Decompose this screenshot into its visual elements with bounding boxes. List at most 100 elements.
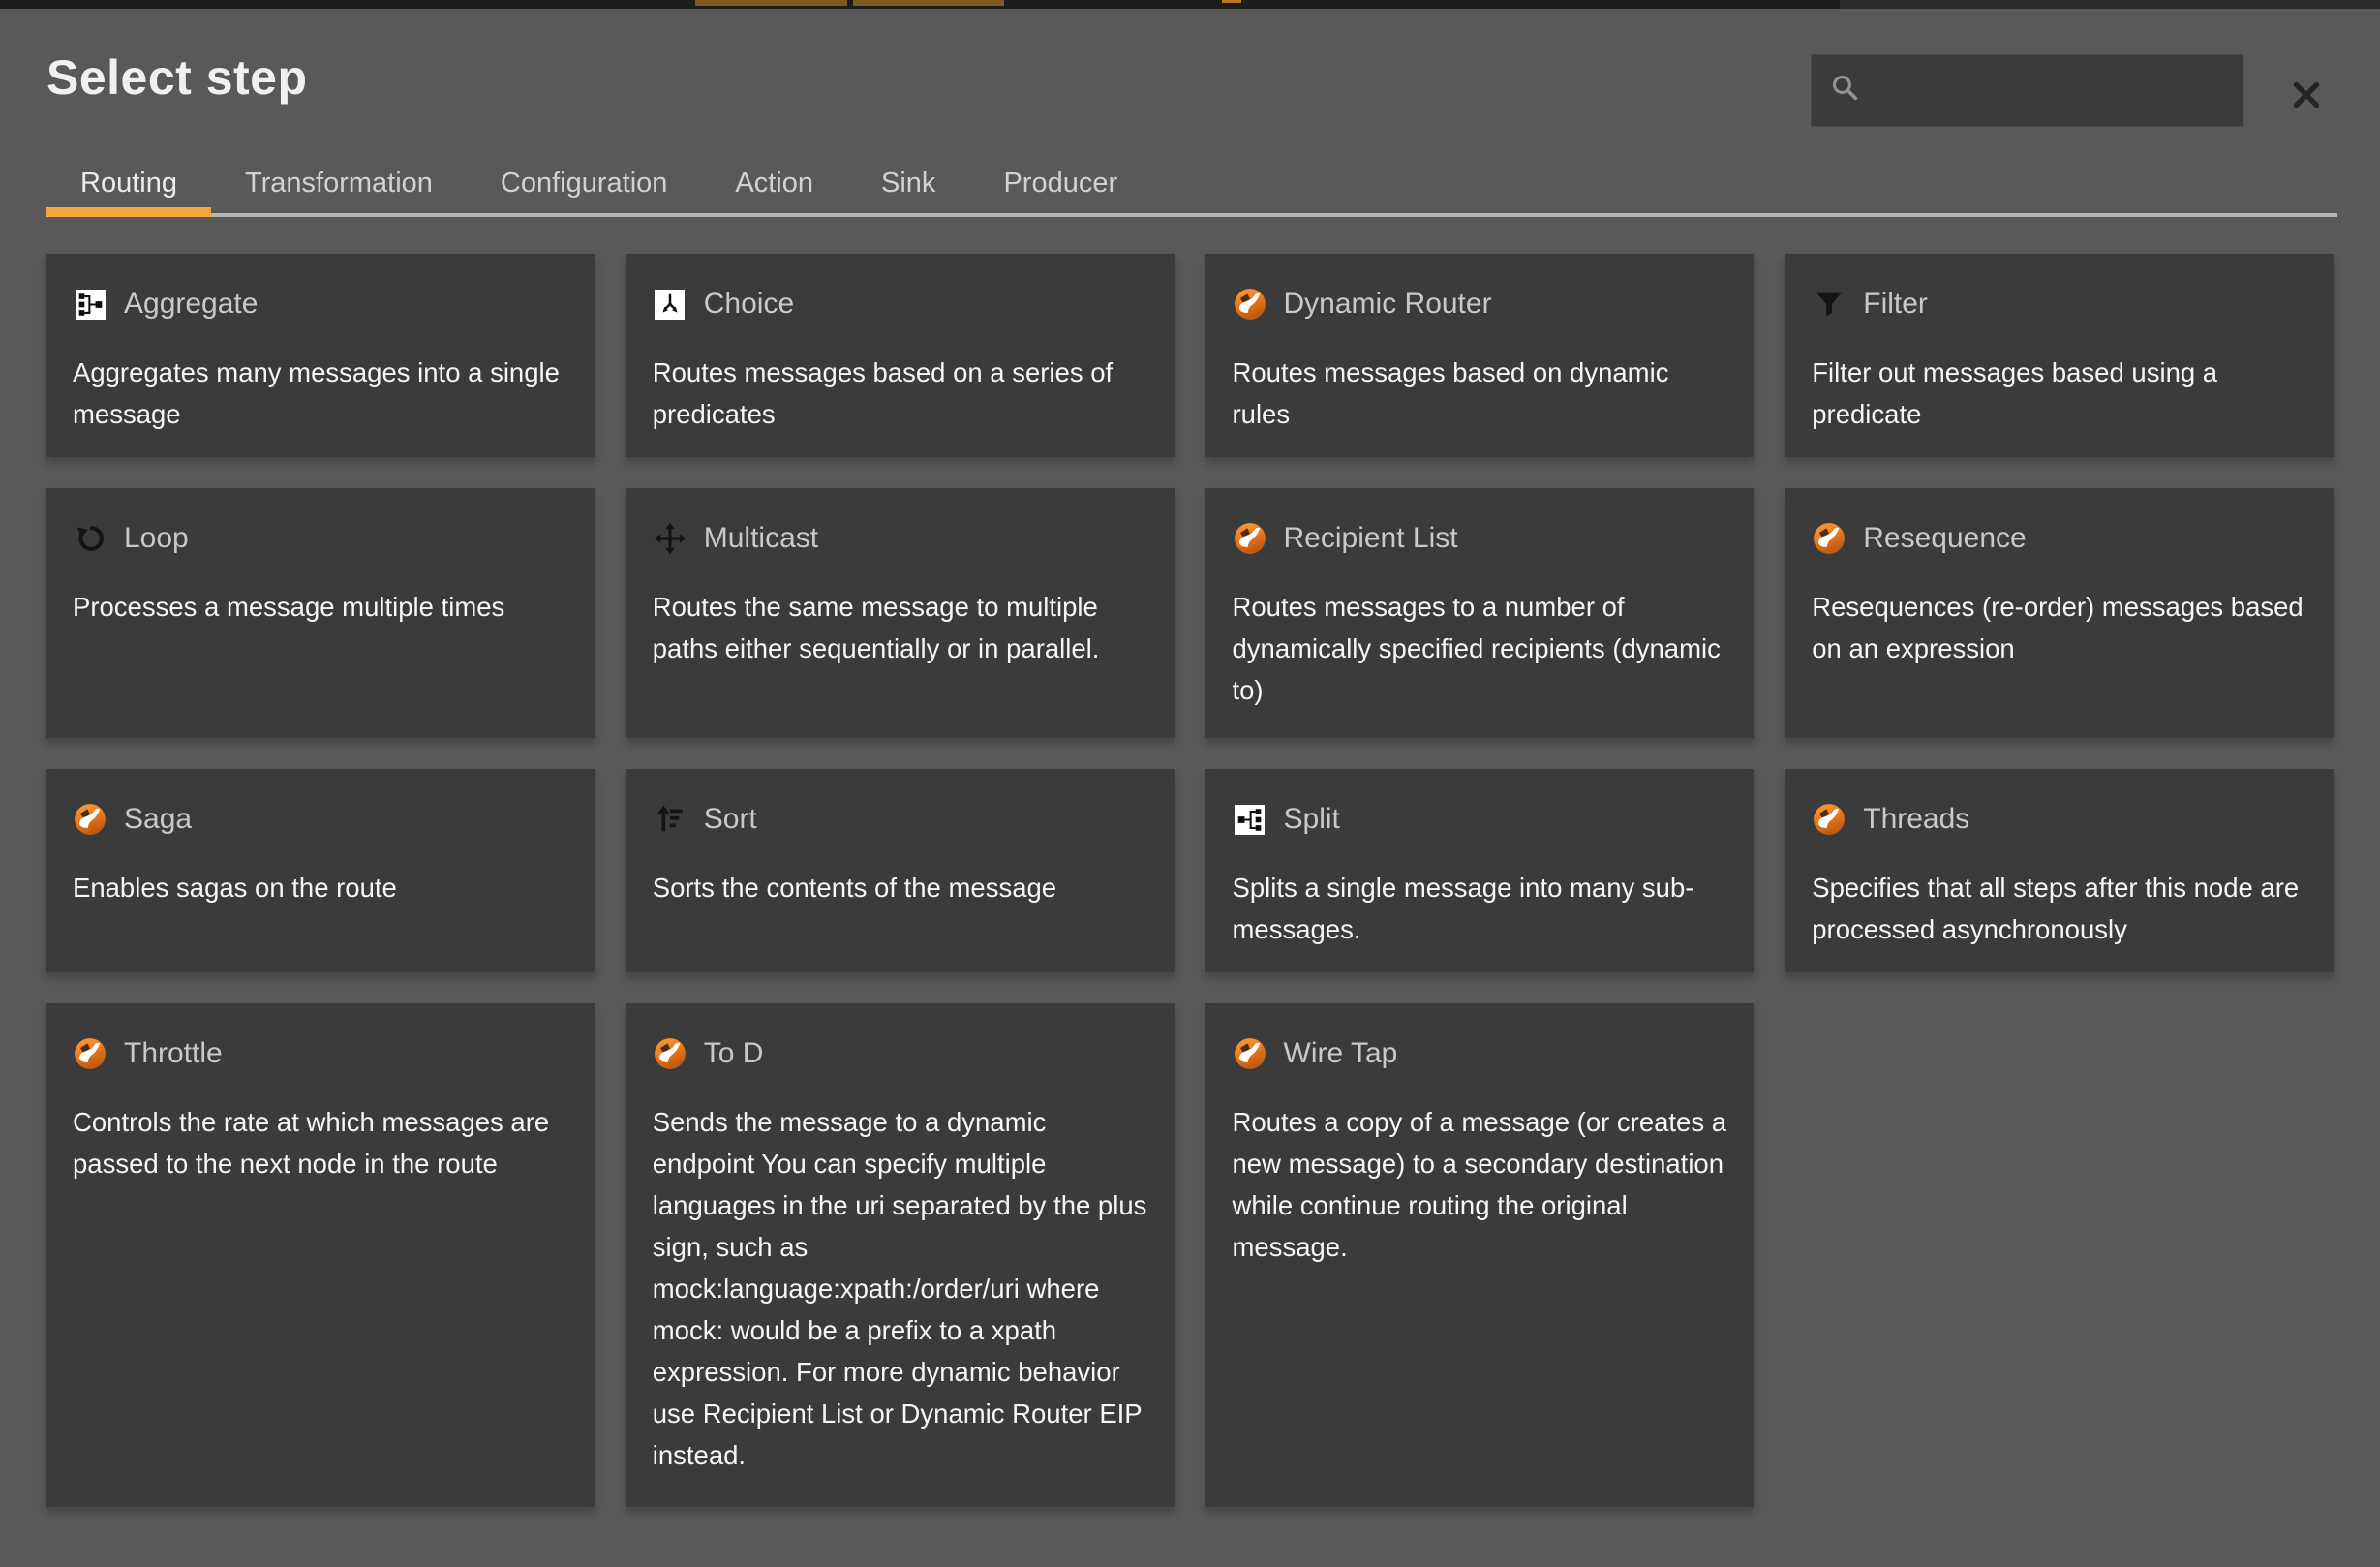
card-description: Sends the message to a dynamic endpoint …	[653, 1101, 1148, 1476]
card-title: Multicast	[704, 522, 818, 555]
camel-logo-icon	[1812, 521, 1846, 556]
aggregate-icon	[73, 287, 107, 322]
card-title: Recipient List	[1284, 522, 1458, 555]
card-header: Dynamic Router	[1233, 287, 1728, 322]
card-header: Recipient List	[1233, 521, 1728, 556]
card-title: To D	[704, 1037, 764, 1070]
card-aggregate[interactable]: Aggregate Aggregates many messages into a…	[46, 254, 595, 457]
card-header: Choice	[653, 287, 1148, 322]
close-icon	[2289, 77, 2324, 115]
close-button[interactable]	[2281, 71, 2332, 121]
backdrop-app-strip	[0, 0, 2380, 9]
card-title: Saga	[124, 803, 192, 836]
card-header: Saga	[73, 802, 568, 837]
card-description: Splits a single message into many sub-me…	[1233, 867, 1728, 950]
tab-label: Action	[735, 168, 813, 200]
backdrop-accent-tick	[1222, 0, 1241, 3]
card-recipient-list[interactable]: Recipient List Routes messages to a numbe…	[1205, 488, 1755, 738]
card-description: Sorts the contents of the message	[653, 867, 1148, 908]
card-description: Enables sagas on the route	[73, 867, 568, 908]
search-icon	[1829, 72, 1862, 109]
card-header: Aggregate	[73, 287, 568, 322]
card-header: Multicast	[653, 521, 1148, 556]
card-filter[interactable]: Filter Filter out messages based using a …	[1785, 254, 2334, 457]
multicast-icon	[653, 521, 687, 556]
card-to-d[interactable]: To D Sends the message to a dynamic endpo…	[626, 1003, 1175, 1507]
card-sort[interactable]: Sort Sorts the contents of the message	[626, 769, 1175, 972]
tab-label: Transformation	[245, 168, 433, 200]
card-title: Loop	[124, 522, 189, 555]
card-title: Split	[1284, 803, 1340, 836]
card-header: Wire Tap	[1233, 1036, 1728, 1071]
card-description: Controls the rate at which messages are …	[73, 1101, 568, 1184]
step-card-grid: Aggregate Aggregates many messages into a…	[46, 254, 2334, 1507]
card-title: Aggregate	[124, 288, 258, 321]
card-title: Wire Tap	[1284, 1037, 1398, 1070]
card-description: Routes messages based on a series of pre…	[653, 352, 1148, 435]
card-header: Threads	[1812, 802, 2307, 837]
backdrop-step-node	[695, 0, 847, 6]
card-choice[interactable]: Choice Routes messages based on a series …	[626, 254, 1175, 457]
tab-label: Sink	[881, 168, 935, 200]
card-header: Loop	[73, 521, 568, 556]
tab-label: Routing	[80, 168, 177, 200]
card-title: Sort	[704, 803, 757, 836]
card-description: Routes a copy of a message (or creates a…	[1233, 1101, 1728, 1268]
choice-icon	[653, 287, 687, 322]
tab-label: Producer	[1003, 168, 1117, 200]
card-header: Sort	[653, 802, 1148, 837]
search-input[interactable]	[1876, 76, 2225, 107]
card-description: Routes messages based on dynamic rules	[1233, 352, 1728, 435]
loop-icon	[73, 521, 107, 556]
sort-icon	[653, 802, 687, 837]
card-header: Resequence	[1812, 521, 2307, 556]
card-resequence[interactable]: Resequence Resequences (re-order) message…	[1785, 488, 2334, 738]
camel-logo-icon	[1233, 1036, 1267, 1071]
icon-tile	[655, 290, 685, 320]
card-description: Processes a message multiple times	[73, 586, 568, 628]
card-multicast[interactable]: MulticastRoutes the same message to mult…	[626, 488, 1175, 738]
card-saga[interactable]: Saga Enables sagas on the route	[46, 769, 595, 972]
card-description: Filter out messages based using a predic…	[1812, 352, 2307, 435]
backdrop-step-node	[853, 0, 1004, 6]
card-title: Threads	[1863, 803, 1969, 836]
camel-logo-icon	[73, 802, 107, 837]
camel-logo-icon	[1233, 287, 1267, 322]
icon-tile	[76, 290, 106, 320]
card-title: Filter	[1863, 288, 1928, 321]
card-description: Specifies that all steps after this node…	[1812, 867, 2307, 950]
tab-bar: Routing Transformation Configuration Action…	[46, 154, 2337, 217]
tab-sink[interactable]: Sink	[847, 154, 969, 213]
card-title: Choice	[704, 288, 794, 321]
card-description: Resequences (re-order) messages based on…	[1812, 586, 2307, 669]
card-title: Throttle	[124, 1037, 223, 1070]
backdrop-panel	[1840, 0, 2380, 9]
card-header: Filter	[1812, 287, 2307, 322]
card-split[interactable]: Split Splits a single message into many s…	[1205, 769, 1755, 972]
camel-logo-icon	[1233, 521, 1267, 556]
split-icon	[1233, 802, 1267, 837]
tab-routing[interactable]: Routing	[46, 154, 211, 213]
tab-configuration[interactable]: Configuration	[467, 154, 702, 213]
screen: Select step Routing Transformation Configu…	[0, 0, 2380, 1567]
card-header: Split	[1233, 802, 1728, 837]
camel-logo-icon	[1812, 802, 1846, 837]
card-header: Throttle	[73, 1036, 568, 1071]
search-box[interactable]	[1811, 54, 2243, 127]
card-description: Aggregates many messages into a single m…	[73, 352, 568, 435]
card-description: Routes messages to a number of dynamical…	[1233, 586, 1728, 711]
select-step-modal: Select step Routing Transformation Configu…	[0, 9, 2380, 1567]
card-dynamic-router[interactable]: Dynamic Router Routes messages based on d…	[1205, 254, 1755, 457]
tab-transformation[interactable]: Transformation	[211, 154, 467, 213]
tab-label: Configuration	[501, 168, 668, 200]
card-title: Dynamic Router	[1284, 288, 1492, 321]
card-wire-tap[interactable]: Wire Tap Routes a copy of a message (or c…	[1205, 1003, 1755, 1507]
filter-icon	[1812, 287, 1846, 322]
page-title: Select step	[46, 49, 308, 106]
card-throttle[interactable]: Throttle Controls the rate at which messa…	[46, 1003, 595, 1507]
card-loop[interactable]: Loop Processes a message multiple times	[46, 488, 595, 738]
tab-producer[interactable]: Producer	[969, 154, 1151, 213]
card-threads[interactable]: Threads Specifies that all steps after th…	[1785, 769, 2334, 972]
camel-logo-icon	[73, 1036, 107, 1071]
tab-action[interactable]: Action	[701, 154, 847, 213]
